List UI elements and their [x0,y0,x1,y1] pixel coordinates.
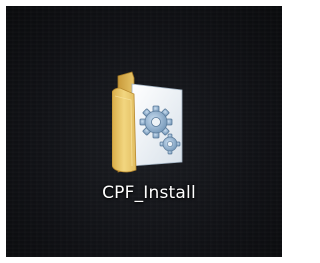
folder-with-gears-icon [112,71,183,173]
desktop-icon-label[interactable]: CPF_Install [90,183,208,203]
desktop-icon-cpf-install[interactable]: CPF_Install [90,70,208,218]
desktop-background: CPF_Install [6,6,282,257]
